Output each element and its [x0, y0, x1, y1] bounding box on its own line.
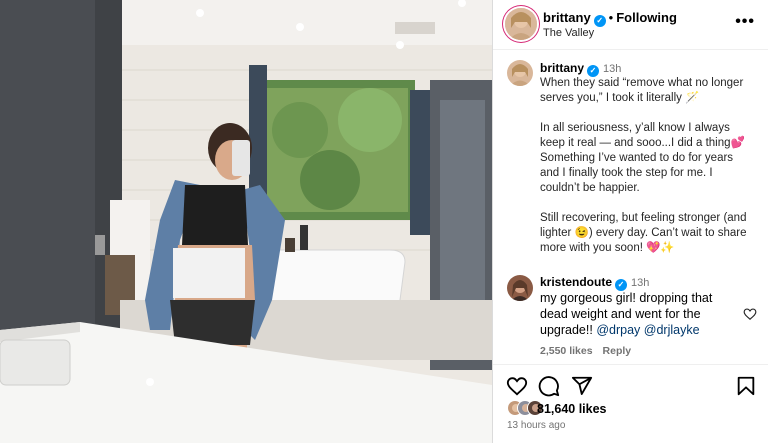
comment-time[interactable]: 13h: [631, 277, 649, 289]
commenter-avatar[interactable]: [507, 275, 533, 301]
heart-outline-icon[interactable]: [743, 307, 757, 321]
comment-likes[interactable]: 2,550 likes: [540, 345, 593, 357]
caption-header: brittany ✓ 13h: [540, 61, 621, 77]
more-horizontal-icon[interactable]: •••: [735, 14, 755, 30]
share-icon[interactable]: [571, 375, 593, 397]
verified-badge-icon: ✓: [593, 15, 606, 27]
likes-count[interactable]: 81,640 likes: [537, 402, 607, 416]
post-header: brittany ✓ • Following The Valley •••: [493, 0, 768, 50]
post-detail-panel: brittany ✓ • Following The Valley ••• britt…: [492, 0, 768, 443]
comments-list[interactable]: brittany ✓ 13h When they said “remove what…: [493, 51, 768, 363]
mention-link[interactable]: @drjlayke: [644, 323, 700, 337]
heart-icon[interactable]: [506, 375, 528, 397]
post-image[interactable]: [0, 0, 492, 443]
caption-author-avatar[interactable]: [507, 60, 533, 86]
header-author-line: brittany ✓ • Following: [543, 10, 677, 27]
post-location[interactable]: The Valley: [543, 27, 594, 39]
author-avatar[interactable]: [505, 8, 537, 40]
author-username[interactable]: brittany: [543, 10, 591, 25]
separator-dot: •: [608, 10, 614, 25]
comment-text: my gorgeous girl! dropping that dead wei…: [540, 290, 735, 338]
mention-link[interactable]: @drpay: [596, 323, 640, 337]
action-bar: [493, 364, 768, 404]
bathroom-mirror-selfie: [0, 0, 492, 443]
caption-time[interactable]: 13h: [603, 63, 621, 75]
bookmark-icon[interactable]: [735, 375, 757, 397]
comment-author[interactable]: kristendoute: [540, 275, 612, 289]
following-button[interactable]: Following: [616, 10, 677, 25]
comment-icon[interactable]: [538, 375, 560, 397]
caption-author[interactable]: brittany: [540, 61, 584, 75]
comment-header: kristendoute ✓ 13h: [540, 275, 649, 291]
post-timestamp[interactable]: 13 hours ago: [507, 420, 565, 431]
comment-meta: 2,550 likes Reply: [540, 345, 631, 357]
post-caption: When they said “remove what no longer se…: [540, 77, 747, 254]
reply-button[interactable]: Reply: [603, 345, 632, 357]
